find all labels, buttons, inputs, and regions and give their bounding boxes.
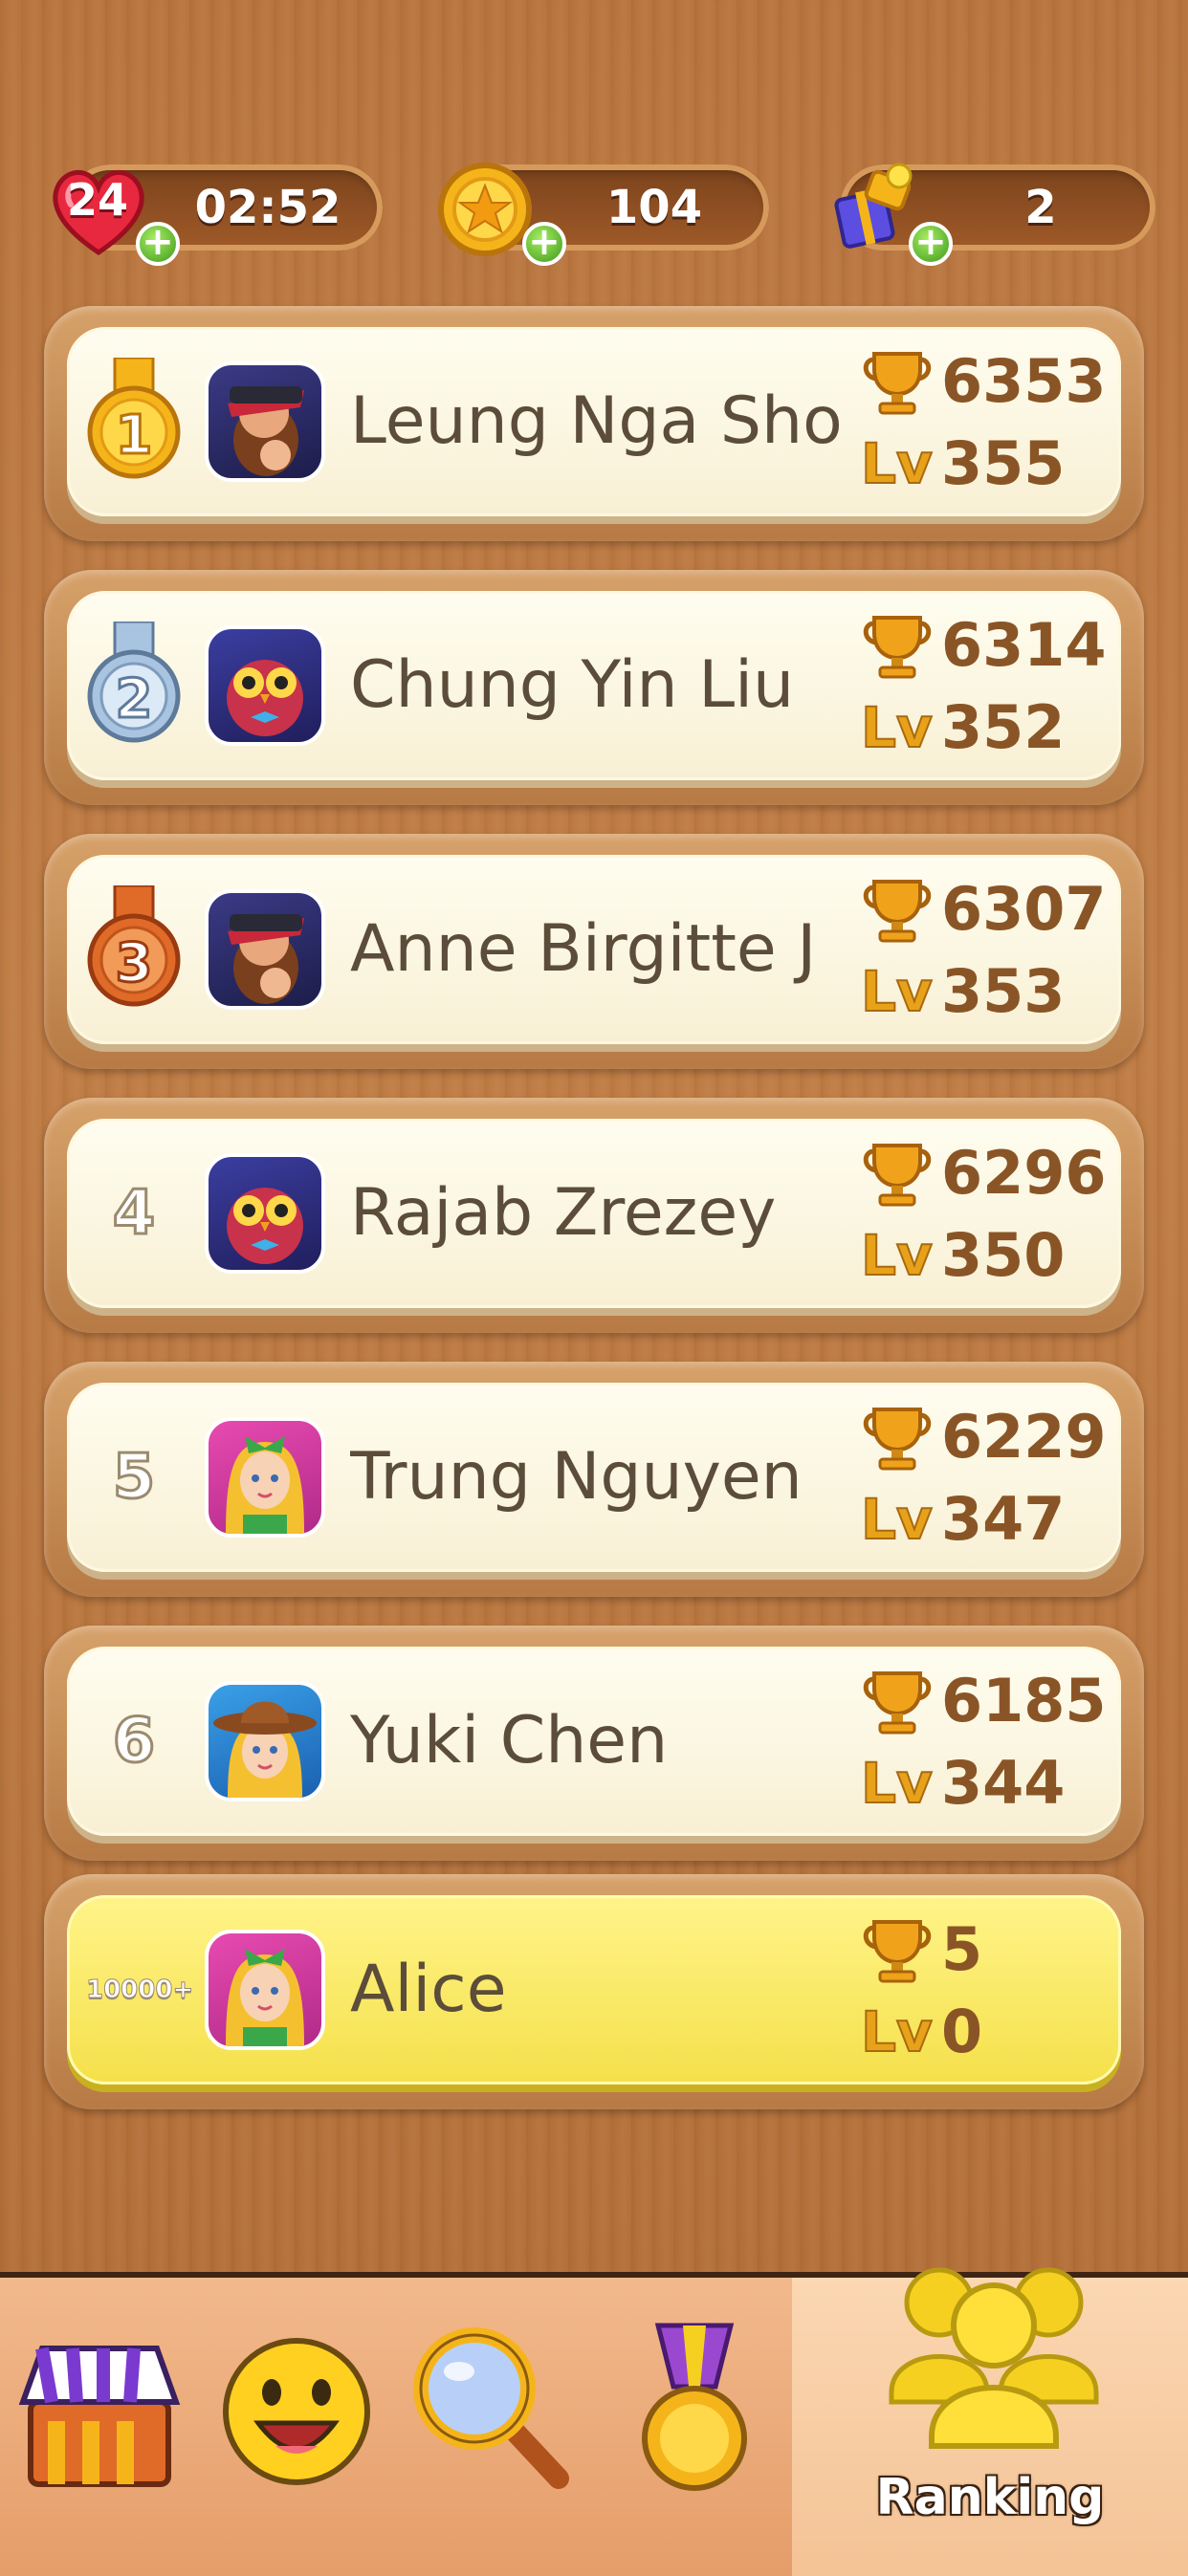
rank-number: 1 [116,404,153,467]
ranking-row[interactable]: 2 Chung Yin Liu 6314 Lv 352 [44,570,1144,805]
level-label: Lv [860,430,934,497]
avatar-alice[interactable] [205,1930,325,2050]
my-ranking-row[interactable]: 10000+ Alice 5 Lv 0 [44,1874,1144,2109]
trophy-score: 6353 [941,346,1107,416]
level-label: Lv [860,694,934,761]
rank-number: 6 [111,1705,157,1779]
ranking-row[interactable]: 1 Leung Nga Sho 6353 Lv 355 [44,306,1144,541]
level-label: Lv [860,1750,934,1817]
trophy-icon [863,1408,932,1471]
player-level: 352 [941,692,1066,762]
trophy-icon [863,1920,932,1983]
trophy-icon [863,352,932,415]
my-player-level: 0 [941,1997,983,2066]
trophy-score: 6296 [941,1138,1107,1208]
bottom-nav: Ranking [0,2267,1188,2576]
rank-number: 5 [111,1441,157,1515]
avatar-owl[interactable] [205,1153,325,1274]
shop-icon [18,2346,181,2487]
player-name: Leung Nga Sho [350,383,843,459]
rank-number: 3 [116,932,153,994]
trophy-icon [863,1671,932,1735]
ranking-row[interactable]: 3 Anne Birgitte J 6307 Lv 353 [44,834,1144,1069]
trophy-score: 6229 [941,1402,1107,1472]
rank-number: 2 [116,668,153,731]
level-label: Lv [860,958,934,1025]
ranking-icon [889,2267,1099,2449]
trophy-icon [863,616,932,679]
magnifier-icon [413,2327,569,2489]
smiley-icon [223,2338,370,2485]
player-level: 350 [941,1220,1066,1290]
trophy-icon [863,1144,932,1207]
player-level: 344 [941,1748,1066,1818]
rank-number: 4 [111,1177,157,1251]
avatar-cowgirl[interactable] [205,1681,325,1801]
pirate-avatar-icon [228,914,304,1004]
player-level: 353 [941,956,1066,1026]
medal-icon [642,2323,747,2491]
trophy-score: 6307 [941,874,1107,944]
ranking-row[interactable]: 4 Rajab Zrezey 6296 Lv 350 [44,1098,1144,1333]
player-name: Chung Yin Liu [350,647,795,723]
cowgirl-avatar-icon [213,1701,317,1798]
level-label: Lv [860,1998,934,2065]
ranking-row[interactable]: 5 Trung Nguyen 6229 Lv 347 [44,1362,1144,1597]
avatar-alice[interactable] [205,1417,325,1538]
pirate-avatar-icon [228,386,304,476]
level-label: Lv [860,1486,934,1553]
trophy-score: 6314 [941,610,1107,680]
nav-achievements-tab[interactable] [608,2316,781,2536]
player-level: 355 [941,428,1066,498]
avatar-owl[interactable] [205,625,325,746]
silver-medal-icon: 2 [87,622,181,743]
my-rank-number: 10000+ [86,1976,194,2005]
avatar-pirate[interactable] [205,889,325,1010]
bronze-medal-icon: 3 [87,885,181,1007]
ranking-row[interactable]: 6 Yuki Chen 6185 Lv 344 [44,1626,1144,1861]
gold-medal-icon: 1 [87,358,181,479]
coins-count: 104 [605,181,703,234]
trophy-icon [863,880,932,943]
nav-search-tab[interactable] [406,2316,578,2536]
alice-avatar-icon [226,1436,304,1534]
level-label: Lv [860,1222,934,1289]
owl-avatar-icon [227,1188,303,1264]
nav-home-tab[interactable] [210,2316,383,2536]
alice-avatar-icon [226,1949,304,2046]
gifts-count: 2 [1024,181,1057,234]
lives-timer: 02:52 [194,181,341,234]
player-name: Trung Nguyen [350,1439,803,1515]
player-name: Yuki Chen [350,1703,669,1779]
status-bar: 24 + 02:52 + 104 + 2 [29,153,1159,268]
trophy-score: 6185 [941,1666,1107,1736]
player-name: Rajab Zrezey [350,1175,777,1251]
nav-shop-tab[interactable] [13,2316,186,2536]
player-name: Anne Birgitte J [350,911,817,987]
nav-ranking-tab[interactable]: Ranking [792,2267,1188,2576]
gifts-pill[interactable]: + 2 [834,163,1155,266]
lives-pill[interactable]: 24 + 02:52 [53,164,383,266]
owl-avatar-icon [227,660,303,736]
nav-ranking-label: Ranking [875,2469,1105,2526]
lives-count: 24 [66,174,128,226]
coins-pill[interactable]: + 104 [438,163,769,266]
my-trophy-score: 5 [941,1914,983,1984]
player-level: 347 [941,1484,1066,1554]
my-player-name: Alice [350,1952,507,2027]
avatar-pirate[interactable] [205,361,325,482]
